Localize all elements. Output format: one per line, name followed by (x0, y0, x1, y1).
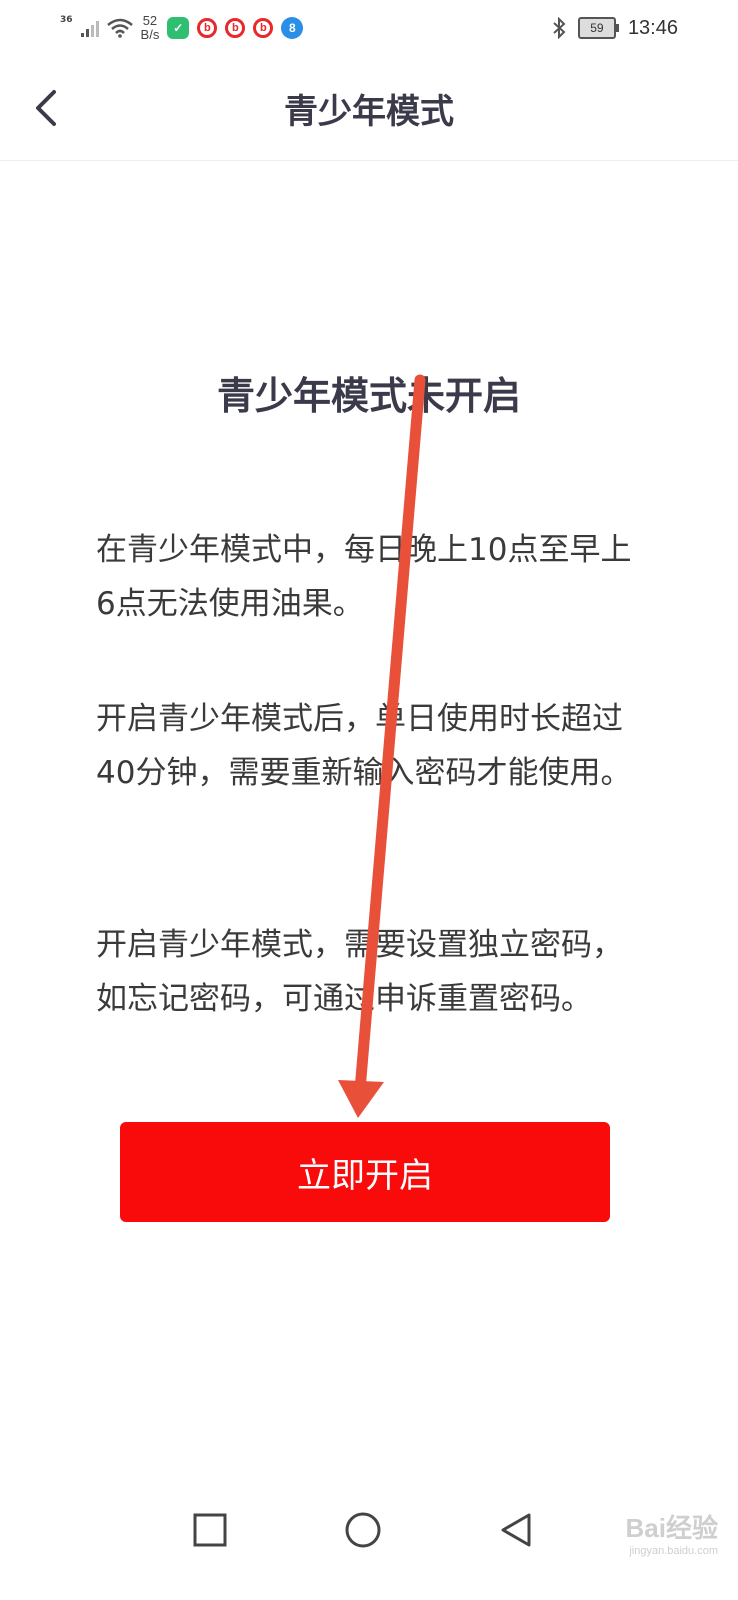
bluetooth-icon (553, 17, 566, 39)
app-green-icon: ✓ (167, 17, 190, 39)
battery-level: 59 (590, 21, 604, 35)
network-type: 36 (60, 15, 73, 25)
description-paragraph: 开启青少年模式，需要设置独立密码，如忘记密码，可通过申诉重置密码。 (96, 927, 623, 1017)
watermark-text: Bai经验 (625, 1513, 718, 1543)
net-speed-value: 52 (142, 13, 158, 28)
wifi-icon (106, 18, 133, 38)
app-blue-icon: 8 (281, 17, 304, 39)
net-speed-unit: B/s (140, 27, 160, 42)
page-title: 青少年模式 (284, 92, 454, 132)
home-button[interactable] (343, 1510, 383, 1550)
back-icon (501, 1513, 531, 1547)
mode-status-title: 青少年模式未开启 (216, 374, 521, 418)
app-red-icon: b (253, 18, 274, 38)
watermark: Bai经验 jingyan.baidu.com (626, 1508, 718, 1557)
recent-apps-button[interactable] (190, 1510, 230, 1550)
status-time: 13:46 (627, 16, 678, 39)
system-back-button[interactable] (497, 1510, 537, 1550)
description-paragraph: 开启青少年模式后，单日使用时长超过40分钟，需要重新输入密码才能使用。 (96, 701, 632, 791)
net-speed: 52 B/s (141, 14, 160, 42)
recent-apps-icon (193, 1513, 227, 1547)
page-header: 青少年模式 (0, 56, 738, 161)
app-red-icon: b (225, 18, 246, 38)
status-bar: 36 52 B/s ✓ b b b 8 59 13:46 (0, 0, 738, 56)
description-paragraph: 在青少年模式中，每日晚上10点至早上6点无法使用油果。 (96, 532, 632, 622)
annotation-arrow-head (338, 1080, 384, 1118)
watermark-url: jingyan.baidu.com (629, 1545, 718, 1557)
app-red-icon: b (197, 18, 218, 38)
annotation-arrow (338, 374, 426, 1118)
signal-icon (80, 19, 99, 37)
status-left: 36 52 B/s ✓ b b b 8 (60, 12, 304, 44)
home-icon (345, 1512, 381, 1548)
status-right: 59 13:46 (552, 14, 678, 42)
battery-icon: 59 (577, 17, 619, 39)
enable-now-button[interactable]: 立即开启 (120, 1122, 610, 1222)
